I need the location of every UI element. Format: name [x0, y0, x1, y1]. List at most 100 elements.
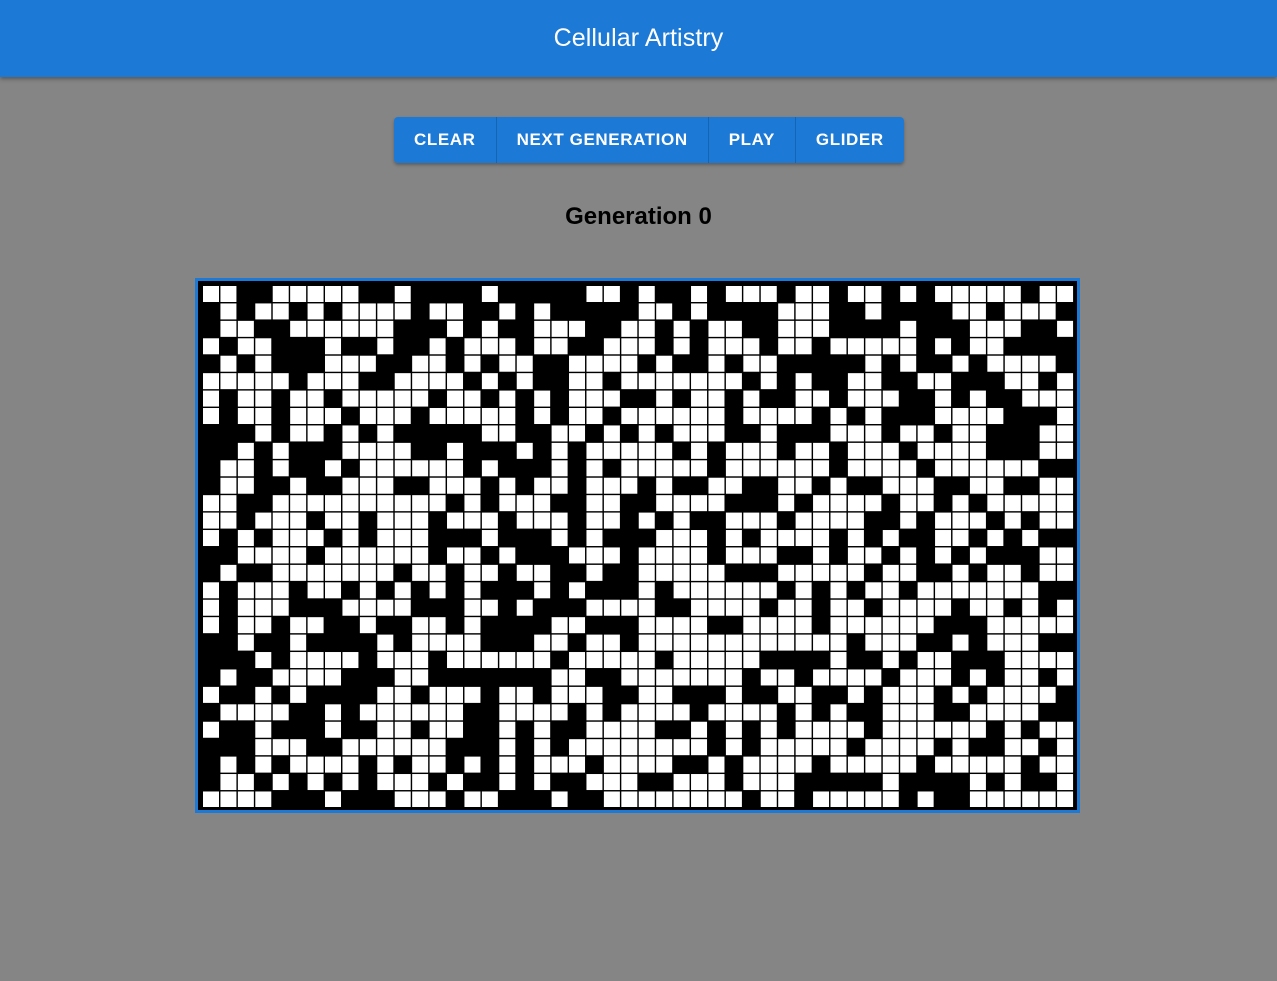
- grid-cell[interactable]: [586, 791, 603, 807]
- grid-cell[interactable]: [1039, 477, 1056, 494]
- grid-cell[interactable]: [359, 512, 376, 529]
- grid-cell[interactable]: [325, 477, 342, 494]
- grid-cell[interactable]: [935, 320, 952, 337]
- grid-cell[interactable]: [447, 791, 464, 807]
- grid-cell[interactable]: [412, 460, 429, 477]
- grid-cell[interactable]: [307, 460, 324, 477]
- grid-cell[interactable]: [778, 774, 795, 791]
- grid-cell[interactable]: [412, 686, 429, 703]
- grid-cell[interactable]: [481, 460, 498, 477]
- grid-cell[interactable]: [952, 425, 969, 442]
- grid-cell[interactable]: [935, 739, 952, 756]
- grid-cell[interactable]: [1057, 564, 1074, 581]
- grid-cell[interactable]: [830, 477, 847, 494]
- grid-cell[interactable]: [691, 652, 708, 669]
- grid-cell[interactable]: [429, 599, 446, 616]
- grid-cell[interactable]: [220, 460, 237, 477]
- grid-cell[interactable]: [673, 408, 690, 425]
- grid-cell[interactable]: [813, 634, 830, 651]
- grid-cell[interactable]: [412, 355, 429, 372]
- grid-cell[interactable]: [516, 530, 533, 547]
- grid-cell[interactable]: [987, 338, 1004, 355]
- grid-cell[interactable]: [1004, 373, 1021, 390]
- grid-cell[interactable]: [638, 739, 655, 756]
- grid-cell[interactable]: [882, 756, 899, 773]
- grid-cell[interactable]: [830, 460, 847, 477]
- grid-cell[interactable]: [342, 686, 359, 703]
- grid-cell[interactable]: [1057, 756, 1074, 773]
- grid-cell[interactable]: [760, 320, 777, 337]
- grid-cell[interactable]: [429, 530, 446, 547]
- grid-cell[interactable]: [917, 652, 934, 669]
- grid-cell[interactable]: [342, 582, 359, 599]
- grid-cell[interactable]: [325, 320, 342, 337]
- grid-cell[interactable]: [1039, 495, 1056, 512]
- grid-cell[interactable]: [621, 704, 638, 721]
- grid-cell[interactable]: [882, 286, 899, 302]
- grid-cell[interactable]: [1039, 373, 1056, 390]
- grid-cell[interactable]: [203, 756, 219, 773]
- grid-cell[interactable]: [725, 355, 742, 372]
- grid-cell[interactable]: [882, 721, 899, 738]
- grid-cell[interactable]: [917, 390, 934, 407]
- grid-cell[interactable]: [900, 634, 917, 651]
- grid-cell[interactable]: [359, 704, 376, 721]
- grid-cell[interactable]: [255, 303, 272, 320]
- grid-cell[interactable]: [203, 582, 219, 599]
- grid-cell[interactable]: [464, 634, 481, 651]
- grid-cell[interactable]: [987, 599, 1004, 616]
- grid-cell[interactable]: [900, 355, 917, 372]
- grid-cell[interactable]: [569, 460, 586, 477]
- grid-cell[interactable]: [534, 355, 551, 372]
- grid-cell[interactable]: [342, 652, 359, 669]
- grid-cell[interactable]: [638, 495, 655, 512]
- grid-cell[interactable]: [725, 564, 742, 581]
- grid-cell[interactable]: [325, 512, 342, 529]
- grid-cell[interactable]: [464, 477, 481, 494]
- grid-cell[interactable]: [551, 408, 568, 425]
- grid-cell[interactable]: [307, 599, 324, 616]
- grid-cell[interactable]: [1039, 547, 1056, 564]
- grid-cell[interactable]: [551, 477, 568, 494]
- grid-cell[interactable]: [464, 756, 481, 773]
- grid-cell[interactable]: [795, 721, 812, 738]
- grid-cell[interactable]: [1057, 582, 1074, 599]
- grid-cell[interactable]: [900, 774, 917, 791]
- grid-cell[interactable]: [569, 721, 586, 738]
- grid-cell[interactable]: [481, 547, 498, 564]
- grid-cell[interactable]: [795, 774, 812, 791]
- grid-cell[interactable]: [778, 530, 795, 547]
- grid-cell[interactable]: [551, 495, 568, 512]
- grid-cell[interactable]: [237, 477, 254, 494]
- grid-cell[interactable]: [1057, 408, 1074, 425]
- grid-cell[interactable]: [935, 756, 952, 773]
- grid-cell[interactable]: [203, 739, 219, 756]
- grid-cell[interactable]: [342, 669, 359, 686]
- grid-cell[interactable]: [203, 495, 219, 512]
- grid-cell[interactable]: [656, 303, 673, 320]
- grid-cell[interactable]: [813, 408, 830, 425]
- grid-cell[interactable]: [952, 652, 969, 669]
- grid-cell[interactable]: [203, 303, 219, 320]
- grid-cell[interactable]: [969, 791, 986, 807]
- grid-cell[interactable]: [377, 599, 394, 616]
- grid-cell[interactable]: [377, 564, 394, 581]
- grid-cell[interactable]: [865, 721, 882, 738]
- grid-cell[interactable]: [603, 320, 620, 337]
- grid-cell[interactable]: [917, 721, 934, 738]
- grid-cell[interactable]: [830, 303, 847, 320]
- grid-cell[interactable]: [412, 774, 429, 791]
- grid-cell[interactable]: [987, 704, 1004, 721]
- grid-cell[interactable]: [603, 495, 620, 512]
- grid-cell[interactable]: [882, 564, 899, 581]
- grid-cell[interactable]: [656, 634, 673, 651]
- grid-cell[interactable]: [586, 547, 603, 564]
- grid-cell[interactable]: [882, 442, 899, 459]
- grid-cell[interactable]: [813, 617, 830, 634]
- grid-cell[interactable]: [447, 686, 464, 703]
- grid-cell[interactable]: [1022, 460, 1039, 477]
- grid-cell[interactable]: [847, 739, 864, 756]
- grid-cell[interactable]: [586, 408, 603, 425]
- grid-cell[interactable]: [621, 530, 638, 547]
- grid-cell[interactable]: [987, 460, 1004, 477]
